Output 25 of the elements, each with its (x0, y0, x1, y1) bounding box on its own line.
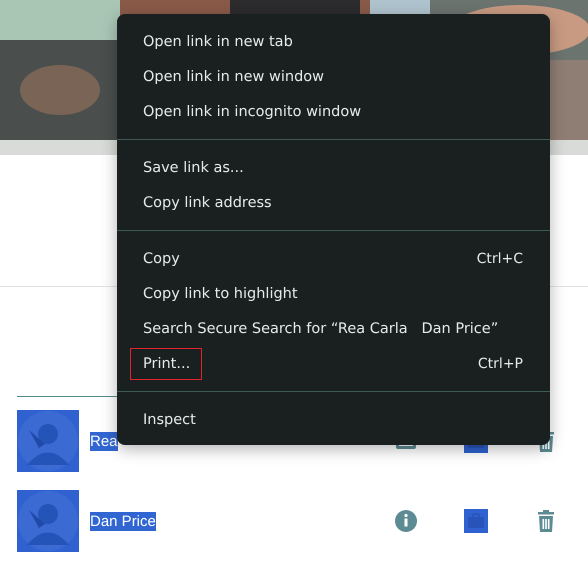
menu-item-label: Copy link to highlight (142, 284, 299, 304)
menu-item[interactable]: Open link in new tab (117, 24, 550, 59)
menu-item[interactable]: Print... Ctrl+P (117, 346, 550, 381)
menu-item-label: Copy link address (142, 194, 273, 212)
menu-item[interactable]: Save link as... (117, 150, 550, 185)
menu-item[interactable]: Search Secure Search for “Rea Carla Dan Price” (117, 311, 550, 346)
person-name: Rea (90, 432, 118, 450)
menu-item-label: Search Secure Search for “Rea Carla Dan Price” (142, 320, 500, 338)
shortcut-label: Ctrl+P (478, 356, 523, 372)
menu-item-label: Open link in incognito window (142, 102, 362, 122)
menu-item[interactable]: Open link in new window (117, 59, 550, 94)
menu-item-label: Save link as... (142, 158, 245, 178)
shortcut-label: Ctrl+C (476, 250, 523, 266)
menu-item-label: Inspect (142, 410, 197, 430)
person-name: Dan Price (90, 512, 156, 530)
menu-item-label: Open link in new tab (142, 32, 294, 52)
menu-item-label: Copy (142, 250, 181, 268)
menu-item[interactable]: Copy link address (117, 185, 550, 220)
menu-item[interactable]: Copy link to highlight (117, 276, 550, 311)
info-icon[interactable] (394, 509, 418, 533)
menu-item[interactable]: Open link in incognito window (117, 94, 550, 129)
menu-item-label: Open link in new window (142, 68, 326, 86)
menu-item-label: Print... (130, 348, 202, 380)
menu-item[interactable]: Copy Ctrl+C (117, 241, 550, 276)
menu-item[interactable]: Inspect (117, 402, 550, 437)
